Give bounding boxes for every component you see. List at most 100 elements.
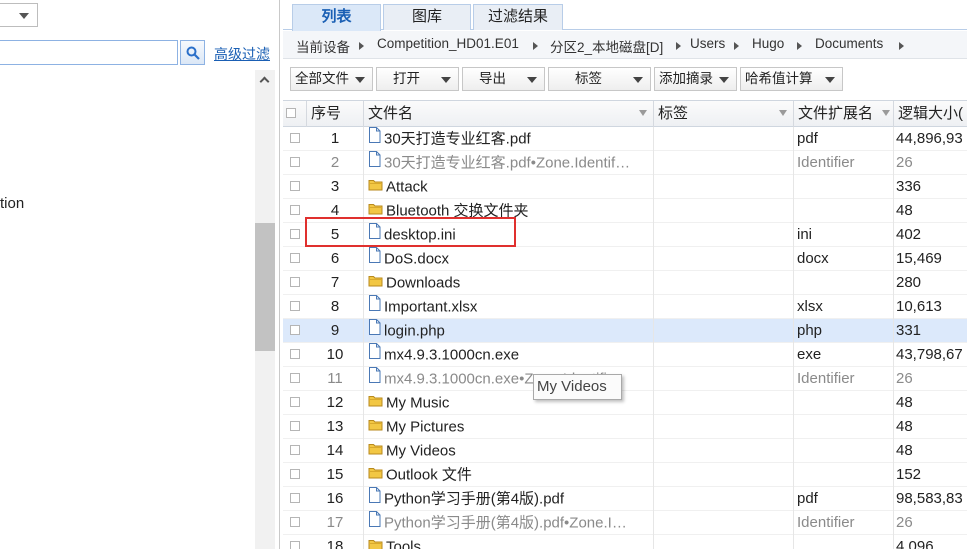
chevron-up-icon <box>259 76 270 87</box>
row-filename: mx4.9.3.1000cn.exe <box>384 346 520 364</box>
hash-calc-button[interactable]: 哈希值计算 <box>740 67 843 91</box>
row-filename-cell: Python学习手册(第4版).pdf <box>364 487 654 511</box>
table-row[interactable]: 6 DoS.docx docx 15,469 <box>283 247 967 271</box>
table-row[interactable]: 8 Important.xlsx xlsx 10,613 <box>283 295 967 319</box>
tab-filter-results[interactable]: 过滤结果 <box>473 4 563 30</box>
table-row[interactable]: 9 login.php php 331 <box>283 319 967 343</box>
table-row[interactable]: 11 mx4.9.3.1000cn.exe•Zone.Identifier Iden… <box>283 367 967 391</box>
scrollbar-thumb[interactable] <box>255 223 275 351</box>
row-checkbox[interactable] <box>290 349 300 359</box>
row-checkbox[interactable] <box>290 277 300 287</box>
add-digest-button[interactable]: 添加摘录 <box>654 67 737 91</box>
row-checkbox[interactable] <box>290 421 300 431</box>
row-checkbox-cell <box>283 367 307 391</box>
advanced-filter-link[interactable]: 高级过滤 <box>214 44 270 64</box>
table-row[interactable]: 12 My Music 48 <box>283 391 967 415</box>
table-row[interactable]: 16 Python学习手册(第4版).pdf pdf 98,583,83 <box>283 487 967 511</box>
table-row[interactable]: 10 mx4.9.3.1000cn.exe exe 43,798,67 <box>283 343 967 367</box>
file-icon <box>368 151 381 174</box>
row-checkbox[interactable] <box>290 493 300 503</box>
breadcrumb-item-hugo[interactable]: Hugo <box>752 36 784 51</box>
row-checkbox-cell <box>283 535 307 549</box>
row-checkbox[interactable] <box>290 445 300 455</box>
row-extension <box>794 391 894 415</box>
row-seq: 15 <box>307 463 364 487</box>
table-row[interactable]: 18 Tools 4,096 <box>283 535 967 549</box>
column-header-seq[interactable]: 序号 <box>307 101 364 127</box>
all-files-dropdown[interactable]: 全部文件 <box>290 67 373 91</box>
row-checkbox[interactable] <box>290 397 300 407</box>
row-checkbox[interactable] <box>290 517 300 527</box>
table-row[interactable]: 7 Downloads 280 <box>283 271 967 295</box>
column-header-ext[interactable]: 文件扩展名 <box>794 101 894 127</box>
table-row[interactable]: 15 Outlook 文件 152 <box>283 463 967 487</box>
left-search-input[interactable] <box>0 40 178 65</box>
tab-list[interactable]: 列表 <box>292 4 381 31</box>
row-seq: 9 <box>307 319 364 343</box>
breadcrumb-item-device[interactable]: 当前设备 <box>296 36 350 56</box>
table-row[interactable]: 5 desktop.ini ini 402 <box>283 223 967 247</box>
filter-icon[interactable] <box>882 110 890 116</box>
table-row[interactable]: 17 Python学习手册(第4版).pdf•Zone.I… Identifier 2… <box>283 511 967 535</box>
column-header-name[interactable]: 文件名 <box>364 101 654 127</box>
row-checkbox[interactable] <box>290 253 300 263</box>
add-digest-label: 添加摘录 <box>659 71 713 86</box>
row-logical-size: 4,096 <box>896 538 934 549</box>
row-tag <box>654 247 794 271</box>
table-row[interactable]: 2 30天打造专业红客.pdf•Zone.Identif… Identifier 26 <box>283 151 967 175</box>
row-tag <box>654 487 794 511</box>
breadcrumb-item-image[interactable]: Competition_HD01.E01 <box>377 36 519 51</box>
row-extension: Identifier <box>794 367 894 391</box>
row-extension <box>794 439 894 463</box>
row-logical-size: 26 <box>896 154 913 171</box>
row-logical-size: 48 <box>896 442 913 459</box>
table-row[interactable]: 13 My Pictures 48 <box>283 415 967 439</box>
row-extension <box>794 415 894 439</box>
row-filename-cell: mx4.9.3.1000cn.exe <box>364 343 654 367</box>
column-header-size[interactable]: 逻辑大小( <box>894 101 967 127</box>
tag-button[interactable]: 标签 <box>548 67 651 91</box>
file-icon <box>368 367 381 390</box>
row-checkbox-cell <box>283 127 307 151</box>
table-row[interactable]: 3 Attack 336 <box>283 175 967 199</box>
row-seq: 3 <box>307 175 364 199</box>
row-filename: Downloads <box>386 274 461 292</box>
select-all-checkbox[interactable] <box>286 108 296 118</box>
breadcrumb-item-partition[interactable]: 分区2_本地磁盘[D] <box>550 36 663 56</box>
row-checkbox[interactable] <box>290 133 300 143</box>
header-select-all[interactable] <box>283 101 307 127</box>
tree-node-label[interactable]: tion <box>0 195 24 212</box>
row-checkbox[interactable] <box>290 181 300 191</box>
breadcrumb-item-documents[interactable]: Documents <box>815 36 883 51</box>
row-checkbox[interactable] <box>290 229 300 239</box>
scroll-up-button[interactable] <box>255 70 275 90</box>
toolbar: 全部文件 打开 导出 标签 添加摘录 哈希值计算 <box>283 62 967 96</box>
row-checkbox[interactable] <box>290 373 300 383</box>
file-icon <box>368 487 381 510</box>
row-tag <box>654 343 794 367</box>
row-checkbox[interactable] <box>290 325 300 335</box>
filter-icon[interactable] <box>779 110 787 116</box>
column-header-tag[interactable]: 标签 <box>654 101 794 127</box>
export-button[interactable]: 导出 <box>462 67 545 91</box>
tab-gallery[interactable]: 图库 <box>383 4 471 30</box>
row-tag <box>654 127 794 151</box>
row-checkbox[interactable] <box>290 205 300 215</box>
breadcrumb-item-users[interactable]: Users <box>690 36 725 51</box>
table-row[interactable]: 4 Bluetooth 交换文件夹 48 <box>283 199 967 223</box>
row-logical-size: 152 <box>896 466 922 483</box>
row-seq: 7 <box>307 271 364 295</box>
row-seq: 1 <box>307 127 364 151</box>
row-checkbox[interactable] <box>290 469 300 479</box>
row-checkbox[interactable] <box>290 541 300 549</box>
left-dropdown[interactable] <box>0 3 38 27</box>
table-row[interactable]: 14 My Videos 48 <box>283 439 967 463</box>
left-search-button[interactable] <box>180 40 205 65</box>
open-label: 打开 <box>393 71 420 86</box>
row-checkbox[interactable] <box>290 301 300 311</box>
table-row[interactable]: 1 30天打造专业红客.pdf pdf 44,896,93 <box>283 127 967 151</box>
left-scrollbar[interactable] <box>255 70 275 549</box>
filter-icon[interactable] <box>639 110 647 116</box>
row-checkbox[interactable] <box>290 157 300 167</box>
open-button[interactable]: 打开 <box>376 67 459 91</box>
